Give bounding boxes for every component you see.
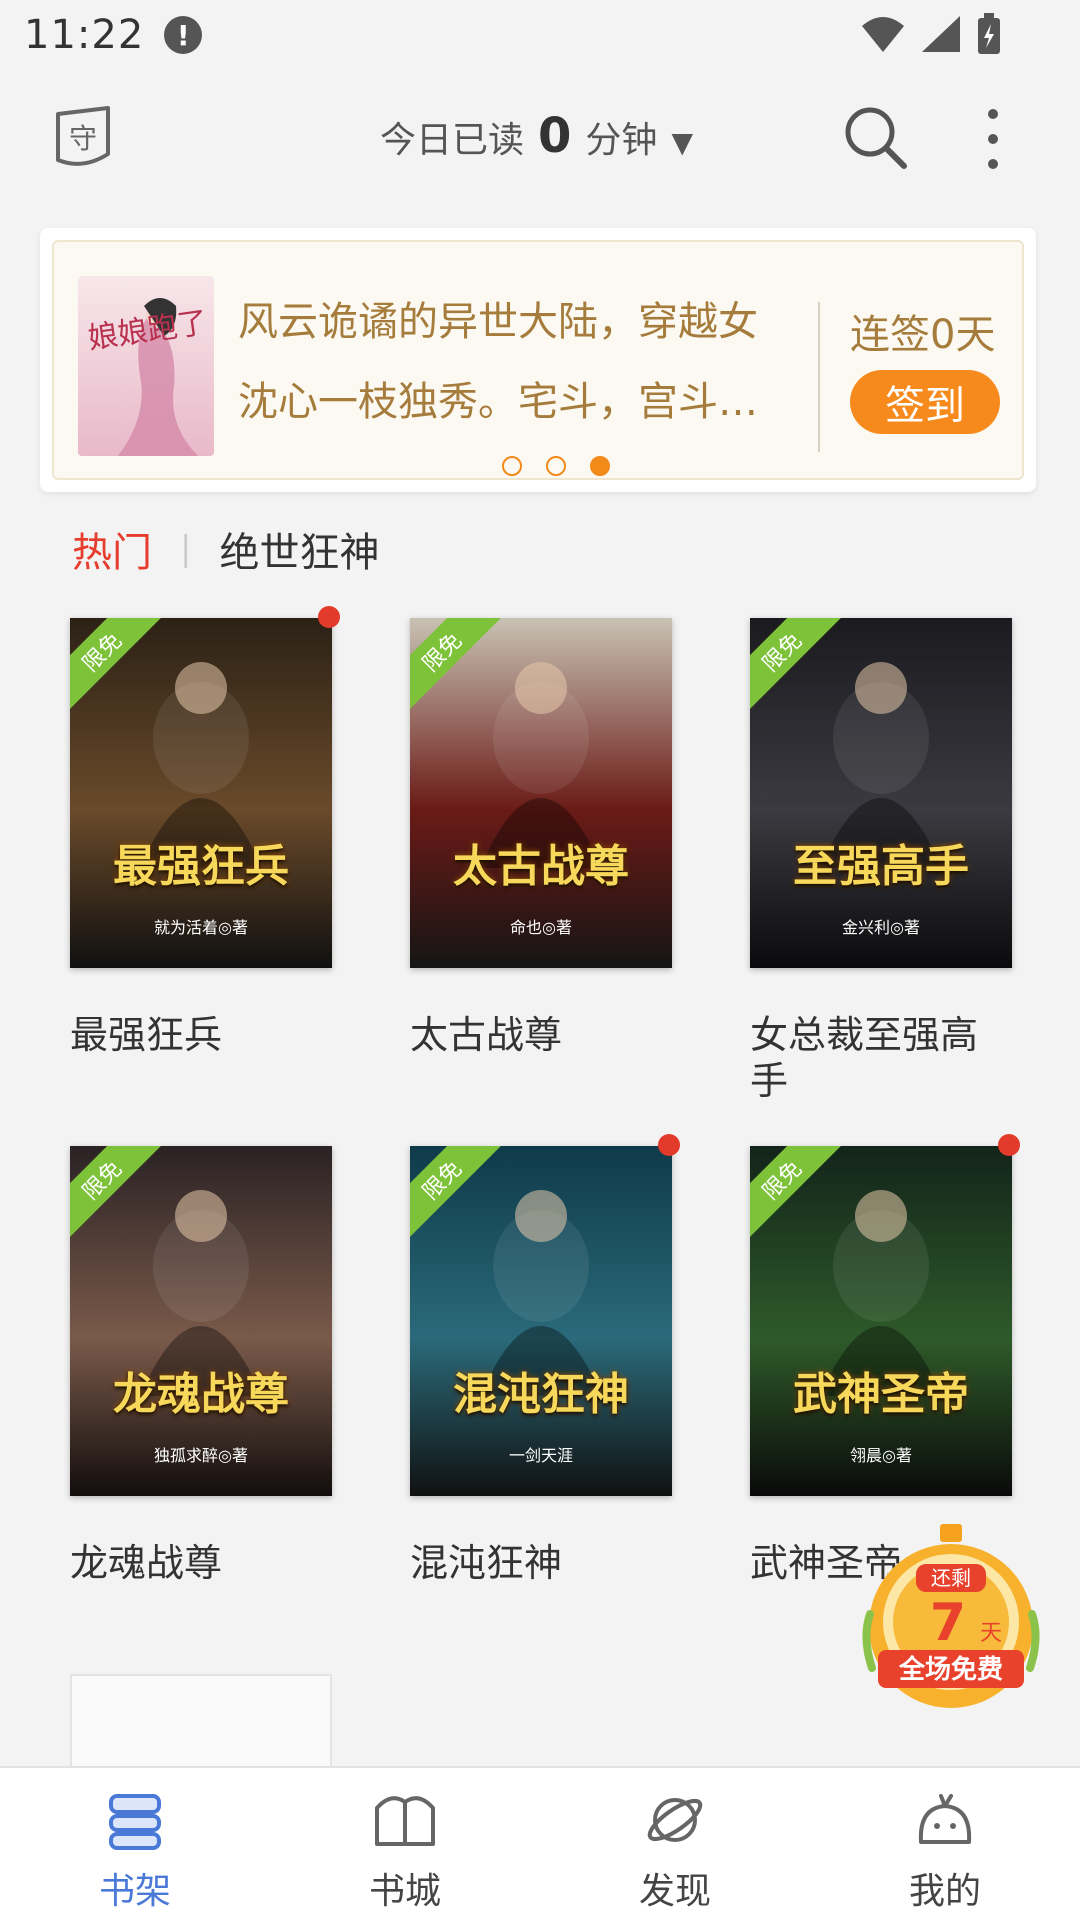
book-item[interactable]: 限免 至强高手 金兴利◎著 女总裁至强高手 — [750, 618, 1012, 1104]
profile-face-icon — [918, 1794, 972, 1844]
cover-author: 就为活着◎著 — [154, 918, 248, 937]
cover-author: 翎晨◎著 — [850, 1446, 912, 1465]
dropdown-arrow-icon: ▼ — [671, 126, 693, 159]
nav-label: 我的 — [908, 1871, 981, 1912]
book-title: 女总裁至强高手 — [750, 1013, 979, 1103]
nav-bookstore[interactable]: 书城 — [270, 1768, 540, 1920]
carousel-indicator — [502, 456, 610, 476]
more-options-icon[interactable] — [978, 104, 1008, 174]
top-bar: 守 今日已读 0 分钟 ▼ — [0, 90, 1080, 190]
banner[interactable]: 娘娘跑了 风云诡谲的异世大陆，穿越女 沈心一枝独秀。宅斗，宫斗… 连签0天 签到 — [52, 240, 1024, 480]
book-cover[interactable]: 限免 至强高手 金兴利◎著 — [750, 618, 1012, 968]
book-item[interactable]: 限免 混沌狂神 一剑天涯 混沌狂神 — [410, 1146, 672, 1586]
banner-card: 娘娘跑了 风云诡谲的异世大陆，穿越女 沈心一枝独秀。宅斗，宫斗… 连签0天 签到 — [40, 228, 1036, 492]
book-item[interactable]: 限免 太古战尊 命也◎著 太古战尊 — [410, 618, 672, 1058]
svg-text:守: 守 — [69, 122, 97, 155]
tab-separator: | — [180, 529, 192, 569]
cover-title: 龙魂战尊 — [113, 1369, 289, 1420]
category-tabs: 热门 | 绝世狂神 — [72, 520, 379, 578]
nav-label: 书城 — [368, 1871, 441, 1912]
svg-text:全场免费: 全场免费 — [898, 1654, 1003, 1685]
book-title: 太古战尊 — [410, 1013, 563, 1057]
book-item[interactable]: 限免 最强狂兵 就为活着◎著 最强狂兵 — [70, 618, 332, 1058]
status-time: 11:22 — [24, 12, 145, 58]
cover-title: 混沌狂神 — [453, 1369, 629, 1420]
cover-title: 武神圣帝 — [793, 1369, 969, 1420]
banner-book-cover[interactable]: 娘娘跑了 — [78, 276, 214, 456]
battery-icon — [978, 13, 1000, 54]
nav-discover[interactable]: 发现 — [540, 1768, 810, 1920]
signin-streak: 连签0天 — [850, 312, 996, 358]
svg-text:7: 7 — [930, 1593, 966, 1653]
svg-text:还剩: 还剩 — [931, 1566, 971, 1590]
shield-guard-icon[interactable]: 守 — [50, 104, 116, 170]
book-cover[interactable]: 限免 混沌狂神 一剑天涯 — [410, 1146, 672, 1496]
carousel-dot[interactable] — [502, 456, 522, 476]
cover-author: 一剑天涯 — [508, 1446, 573, 1465]
update-dot — [318, 606, 340, 628]
nav-label: 书架 — [98, 1871, 171, 1912]
search-icon[interactable] — [840, 102, 910, 172]
banner-description[interactable]: 风云诡谲的异世大陆，穿越女 沈心一枝独秀。宅斗，宫斗… — [238, 282, 798, 442]
read-minutes: 0 — [538, 108, 572, 164]
free-promo-badge[interactable]: 还剩 7 天 全场免费 — [852, 1518, 1050, 1716]
open-book-icon — [375, 1796, 435, 1846]
planet-icon — [647, 1798, 703, 1842]
nav-mine[interactable]: 我的 — [810, 1768, 1080, 1920]
signal-icon — [922, 16, 960, 52]
svg-text:天: 天 — [980, 1621, 1002, 1646]
tab-hot[interactable]: 热门 — [72, 520, 152, 578]
update-dot — [998, 1134, 1020, 1156]
status-bar: 11:22 ! — [0, 0, 1080, 70]
wifi-icon — [862, 17, 904, 52]
book-title: 最强狂兵 — [70, 1013, 223, 1057]
read-today-label: 今日已读 — [380, 120, 525, 161]
cover-title: 太古战尊 — [453, 841, 629, 892]
nav-bookshelf[interactable]: 书架 — [0, 1768, 270, 1920]
bookshelf-icon — [109, 1794, 161, 1850]
status-icons — [860, 12, 1002, 56]
signin-button[interactable]: 签到 — [850, 370, 1000, 434]
book-cover[interactable]: 限免 最强狂兵 就为活着◎著 — [70, 618, 332, 968]
book-cover[interactable]: 限免 龙魂战尊 独孤求醉◎著 — [70, 1146, 332, 1496]
tab-juesi-kuangshen[interactable]: 绝世狂神 — [219, 520, 379, 578]
alert-icon: ! — [164, 16, 203, 54]
nav-label: 发现 — [638, 1871, 711, 1912]
book-item[interactable]: 限免 龙魂战尊 独孤求醉◎著 龙魂战尊 — [70, 1146, 332, 1586]
book-cover[interactable]: 限免 太古战尊 命也◎著 — [410, 618, 672, 968]
update-dot — [658, 1134, 680, 1156]
book-title: 龙魂战尊 — [70, 1541, 223, 1585]
banner-divider — [818, 302, 820, 452]
book-cover[interactable]: 限免 武神圣帝 翎晨◎著 — [750, 1146, 1012, 1496]
cover-title: 至强高手 — [793, 841, 969, 892]
read-today-selector[interactable]: 今日已读 0 分钟 ▼ — [380, 108, 693, 164]
cover-author: 金兴利◎著 — [842, 918, 920, 937]
minutes-unit: 分钟 — [585, 120, 658, 161]
cover-author: 独孤求醉◎著 — [154, 1446, 248, 1465]
bottom-navigation: 书架 书城 发现 我的 — [0, 1766, 1080, 1920]
book-title: 混沌狂神 — [410, 1541, 563, 1585]
cover-author: 命也◎著 — [510, 918, 572, 937]
banner-line-1: 风云诡谲的异世大陆，穿越女 — [238, 299, 758, 345]
banner-line-2: 沈心一枝独秀。宅斗，宫斗… — [238, 379, 758, 425]
carousel-dot-active[interactable] — [590, 456, 610, 476]
carousel-dot[interactable] — [546, 456, 566, 476]
cover-title: 最强狂兵 — [113, 841, 289, 892]
